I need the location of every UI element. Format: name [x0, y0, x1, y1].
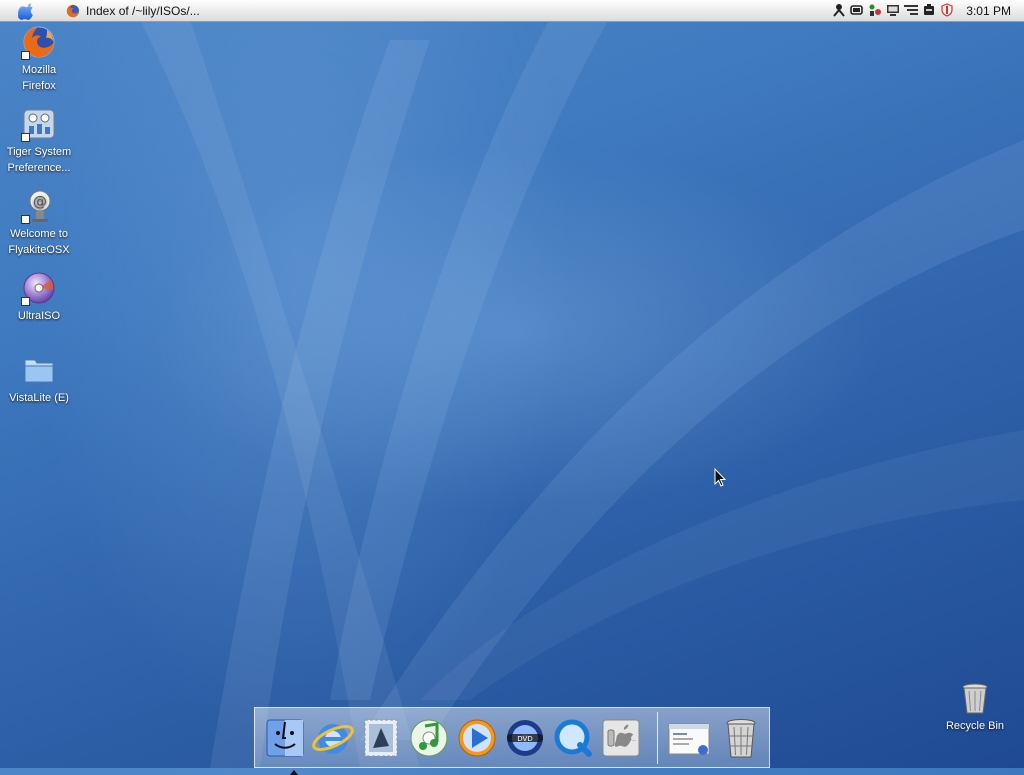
shortcut-arrow-icon: [21, 51, 30, 60]
itunes-icon: [410, 719, 448, 757]
svg-text:@: @: [33, 194, 47, 210]
dock-item-dvd-player[interactable]: DVD: [503, 716, 547, 760]
dock-separator: [657, 712, 658, 764]
dock-item-system-preferences[interactable]: [599, 716, 643, 760]
svg-text:DVD: DVD: [517, 735, 532, 743]
taskbar-window-button[interactable]: Index of /~lily/ISOs/...: [66, 3, 200, 19]
network-icon[interactable]: [868, 3, 882, 17]
shield-icon[interactable]: [940, 3, 954, 17]
desktop-icon-label: Mozilla: [21, 64, 57, 76]
desktop-icon-ultraiso[interactable]: UltraISO: [1, 270, 77, 324]
desktop-icon-welcome[interactable]: @ Welcome to FlyakiteOSX: [1, 188, 77, 258]
dock-item-minimized-window[interactable]: [667, 716, 711, 760]
desktop-icon-label: FlyakiteOSX: [8, 244, 70, 256]
system-preferences-switch-icon: [602, 719, 640, 757]
folder-icon: [24, 359, 54, 383]
dvd-player-icon: DVD: [507, 720, 543, 756]
system-tray: [832, 3, 954, 19]
dock-item-internet-explorer[interactable]: [311, 716, 355, 760]
desktop-icon-firefox[interactable]: Mozilla Firefox: [1, 24, 77, 94]
mouse-cursor-icon: [714, 468, 726, 487]
speech-icon[interactable]: [832, 3, 846, 17]
volume-bars-icon[interactable]: [904, 3, 918, 17]
dock-item-quicktime[interactable]: [551, 716, 595, 760]
desktop-icon-label: UltraISO: [17, 310, 61, 322]
dock-item-itunes[interactable]: [407, 716, 451, 760]
desktop-icon-label: Preference...: [7, 162, 71, 174]
battery-icon[interactable]: [850, 3, 864, 17]
window-preview-icon: [668, 723, 710, 755]
finder-icon: [266, 719, 304, 757]
menu-bar: Index of /~lily/ISOs/... 3:01 PM: [0, 0, 1024, 22]
shortcut-arrow-icon: [21, 133, 30, 142]
dock: DVD: [254, 707, 770, 775]
running-indicator: [290, 770, 298, 775]
trash-icon: [726, 719, 756, 758]
monitor-icon[interactable]: [886, 3, 900, 17]
quicktime-icon: [554, 719, 592, 757]
clock[interactable]: 3:01 PM: [966, 4, 1011, 18]
desktop-icon-label: Firefox: [22, 80, 56, 92]
dock-item-media-player[interactable]: [455, 716, 499, 760]
desktop-icon-label: Welcome to: [10, 228, 68, 240]
desktop-icon-label: Tiger System: [6, 146, 72, 158]
dock-item-finder[interactable]: [263, 716, 307, 775]
media-player-icon: [458, 719, 496, 757]
dock-item-mail[interactable]: [359, 716, 403, 760]
mail-stamp-icon: [364, 719, 398, 757]
recycle-bin-icon: [962, 683, 988, 714]
shortcut-arrow-icon: [21, 215, 30, 224]
connection-icon[interactable]: [922, 3, 936, 17]
desktop-wallpaper: [140, 0, 1024, 768]
desktop-icon-tiger-system-preferences[interactable]: Tiger System Preference...: [1, 106, 77, 176]
apple-menu-icon[interactable]: [18, 2, 36, 20]
shortcut-arrow-icon: [21, 297, 30, 306]
taskbar-window-title: Index of /~lily/ISOs/...: [86, 4, 200, 18]
internet-explorer-icon: [312, 724, 354, 754]
desktop-icon-label: Recycle Bin: [945, 720, 1005, 732]
firefox-icon: [66, 4, 80, 18]
desktop-icon-label: VistaLite (E): [9, 392, 69, 404]
desktop-icon-recycle-bin[interactable]: Recycle Bin: [937, 680, 1013, 734]
desktop-icon-vistalite[interactable]: VistaLite (E): [1, 352, 77, 406]
dock-item-trash[interactable]: [719, 716, 763, 760]
